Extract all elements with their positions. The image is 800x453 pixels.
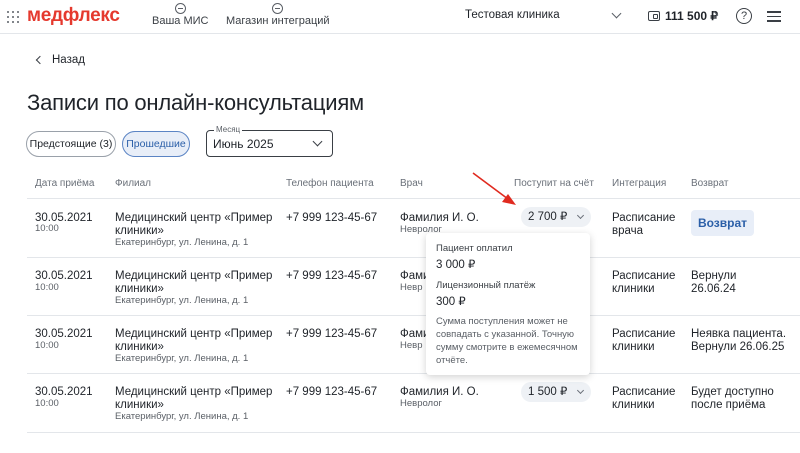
annotation-arrow-icon: [472, 172, 516, 205]
arrow-line: [472, 172, 509, 200]
